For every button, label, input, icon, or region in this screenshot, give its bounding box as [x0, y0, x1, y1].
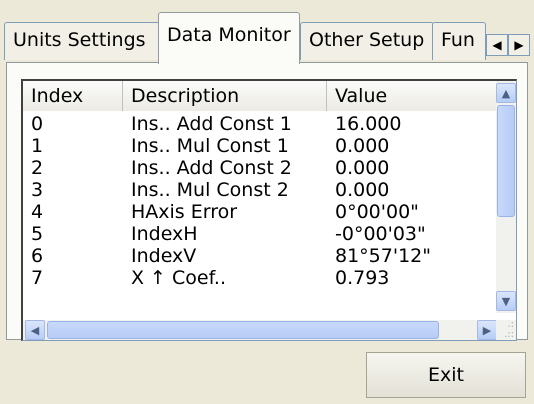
column-header-description[interactable]: Description	[123, 81, 327, 111]
cell-index: 4	[31, 201, 44, 223]
table-row[interactable]: 6 IndexV 81°57'12"	[23, 245, 499, 267]
horizontal-scroll-thumb[interactable]	[47, 321, 439, 339]
tab-data-monitor[interactable]: Data Monitor	[158, 12, 300, 64]
tab-strip: Units Settings Data Monitor Other Setup …	[0, 0, 534, 64]
scroll-right-button[interactable]: ▶	[477, 320, 497, 340]
tab-panel-data-monitor: Index Description Value 0 Ins.. Add Const…	[6, 62, 528, 341]
cell-description: Ins.. Add Const 2	[131, 157, 292, 179]
scroll-left-button[interactable]: ◀	[25, 320, 45, 340]
cell-description: IndexV	[131, 245, 197, 267]
cell-index: 3	[31, 179, 44, 201]
table-row[interactable]: 5 IndexH -0°00'03"	[23, 223, 499, 245]
table-row[interactable]: 1 Ins.. Mul Const 1 0.000	[23, 135, 499, 157]
cell-value: 16.000	[335, 113, 402, 135]
vertical-scroll-thumb[interactable]	[497, 105, 515, 217]
tab-scroll-right-button[interactable]: ▶	[508, 34, 530, 56]
scroll-down-button[interactable]: ▼	[496, 291, 516, 311]
cell-description: HAxis Error	[131, 201, 238, 223]
list-header: Index Description Value	[23, 81, 499, 111]
chevron-down-icon: ▼	[501, 294, 511, 308]
tab-other-setup[interactable]: Other Setup	[300, 22, 434, 60]
horizontal-scrollbar[interactable]: ◀ ▶	[23, 320, 499, 340]
exit-button[interactable]: Exit	[366, 352, 526, 398]
cell-description: X ↑ Coef..	[131, 267, 226, 289]
cell-index: 0	[31, 113, 44, 135]
cell-value: -0°00'03"	[335, 223, 426, 245]
chevron-right-icon: ▶	[482, 323, 492, 337]
scroll-up-button[interactable]: ▲	[496, 83, 516, 103]
cell-value: 0.000	[335, 179, 390, 201]
data-list[interactable]: Index Description Value 0 Ins.. Add Const…	[21, 79, 517, 341]
size-grip-icon: .:.::	[496, 320, 516, 340]
cell-description: Ins.. Mul Const 2	[131, 179, 289, 201]
cell-value: 81°57'12"	[335, 245, 431, 267]
table-row[interactable]: 2 Ins.. Add Const 2 0.000	[23, 157, 499, 179]
chevron-left-icon: ◀	[30, 323, 40, 337]
cell-index: 7	[31, 267, 44, 289]
cell-index: 6	[31, 245, 44, 267]
cell-value: 0°00'00"	[335, 201, 419, 223]
cell-description: IndexH	[131, 223, 198, 245]
arrow-right-icon: ▶	[514, 38, 524, 52]
tab-label: Fun	[441, 29, 475, 51]
cell-value: 0.000	[335, 157, 390, 179]
table-row[interactable]: 7 X ↑ Coef.. 0.793	[23, 267, 499, 289]
cell-value: 0.793	[335, 267, 390, 289]
cell-index: 5	[31, 223, 44, 245]
tab-label: Units Settings	[13, 29, 146, 51]
column-header-value[interactable]: Value	[327, 81, 499, 111]
tab-label: Data Monitor	[167, 24, 291, 46]
cell-description: Ins.. Add Const 1	[131, 113, 292, 135]
vertical-scrollbar[interactable]: ▲ ▼	[496, 81, 516, 313]
list-rows: 0 Ins.. Add Const 1 16.000 1 Ins.. Mul Const…	[23, 113, 499, 289]
tab-units-settings[interactable]: Units Settings	[4, 22, 160, 60]
table-row[interactable]: 4 HAxis Error 0°00'00"	[23, 201, 499, 223]
column-header-index[interactable]: Index	[23, 81, 123, 111]
arrow-left-icon: ◀	[492, 38, 502, 52]
cell-description: Ins.. Mul Const 1	[131, 135, 289, 157]
cell-index: 2	[31, 157, 44, 179]
tab-fun[interactable]: Fun	[432, 22, 486, 60]
table-row[interactable]: 3 Ins.. Mul Const 2 0.000	[23, 179, 499, 201]
table-row[interactable]: 0 Ins.. Add Const 1 16.000	[23, 113, 499, 135]
cell-index: 1	[31, 135, 44, 157]
tab-scroll-left-button[interactable]: ◀	[486, 34, 508, 56]
chevron-up-icon: ▲	[501, 86, 511, 100]
cell-value: 0.000	[335, 135, 390, 157]
tab-label: Other Setup	[309, 29, 425, 51]
